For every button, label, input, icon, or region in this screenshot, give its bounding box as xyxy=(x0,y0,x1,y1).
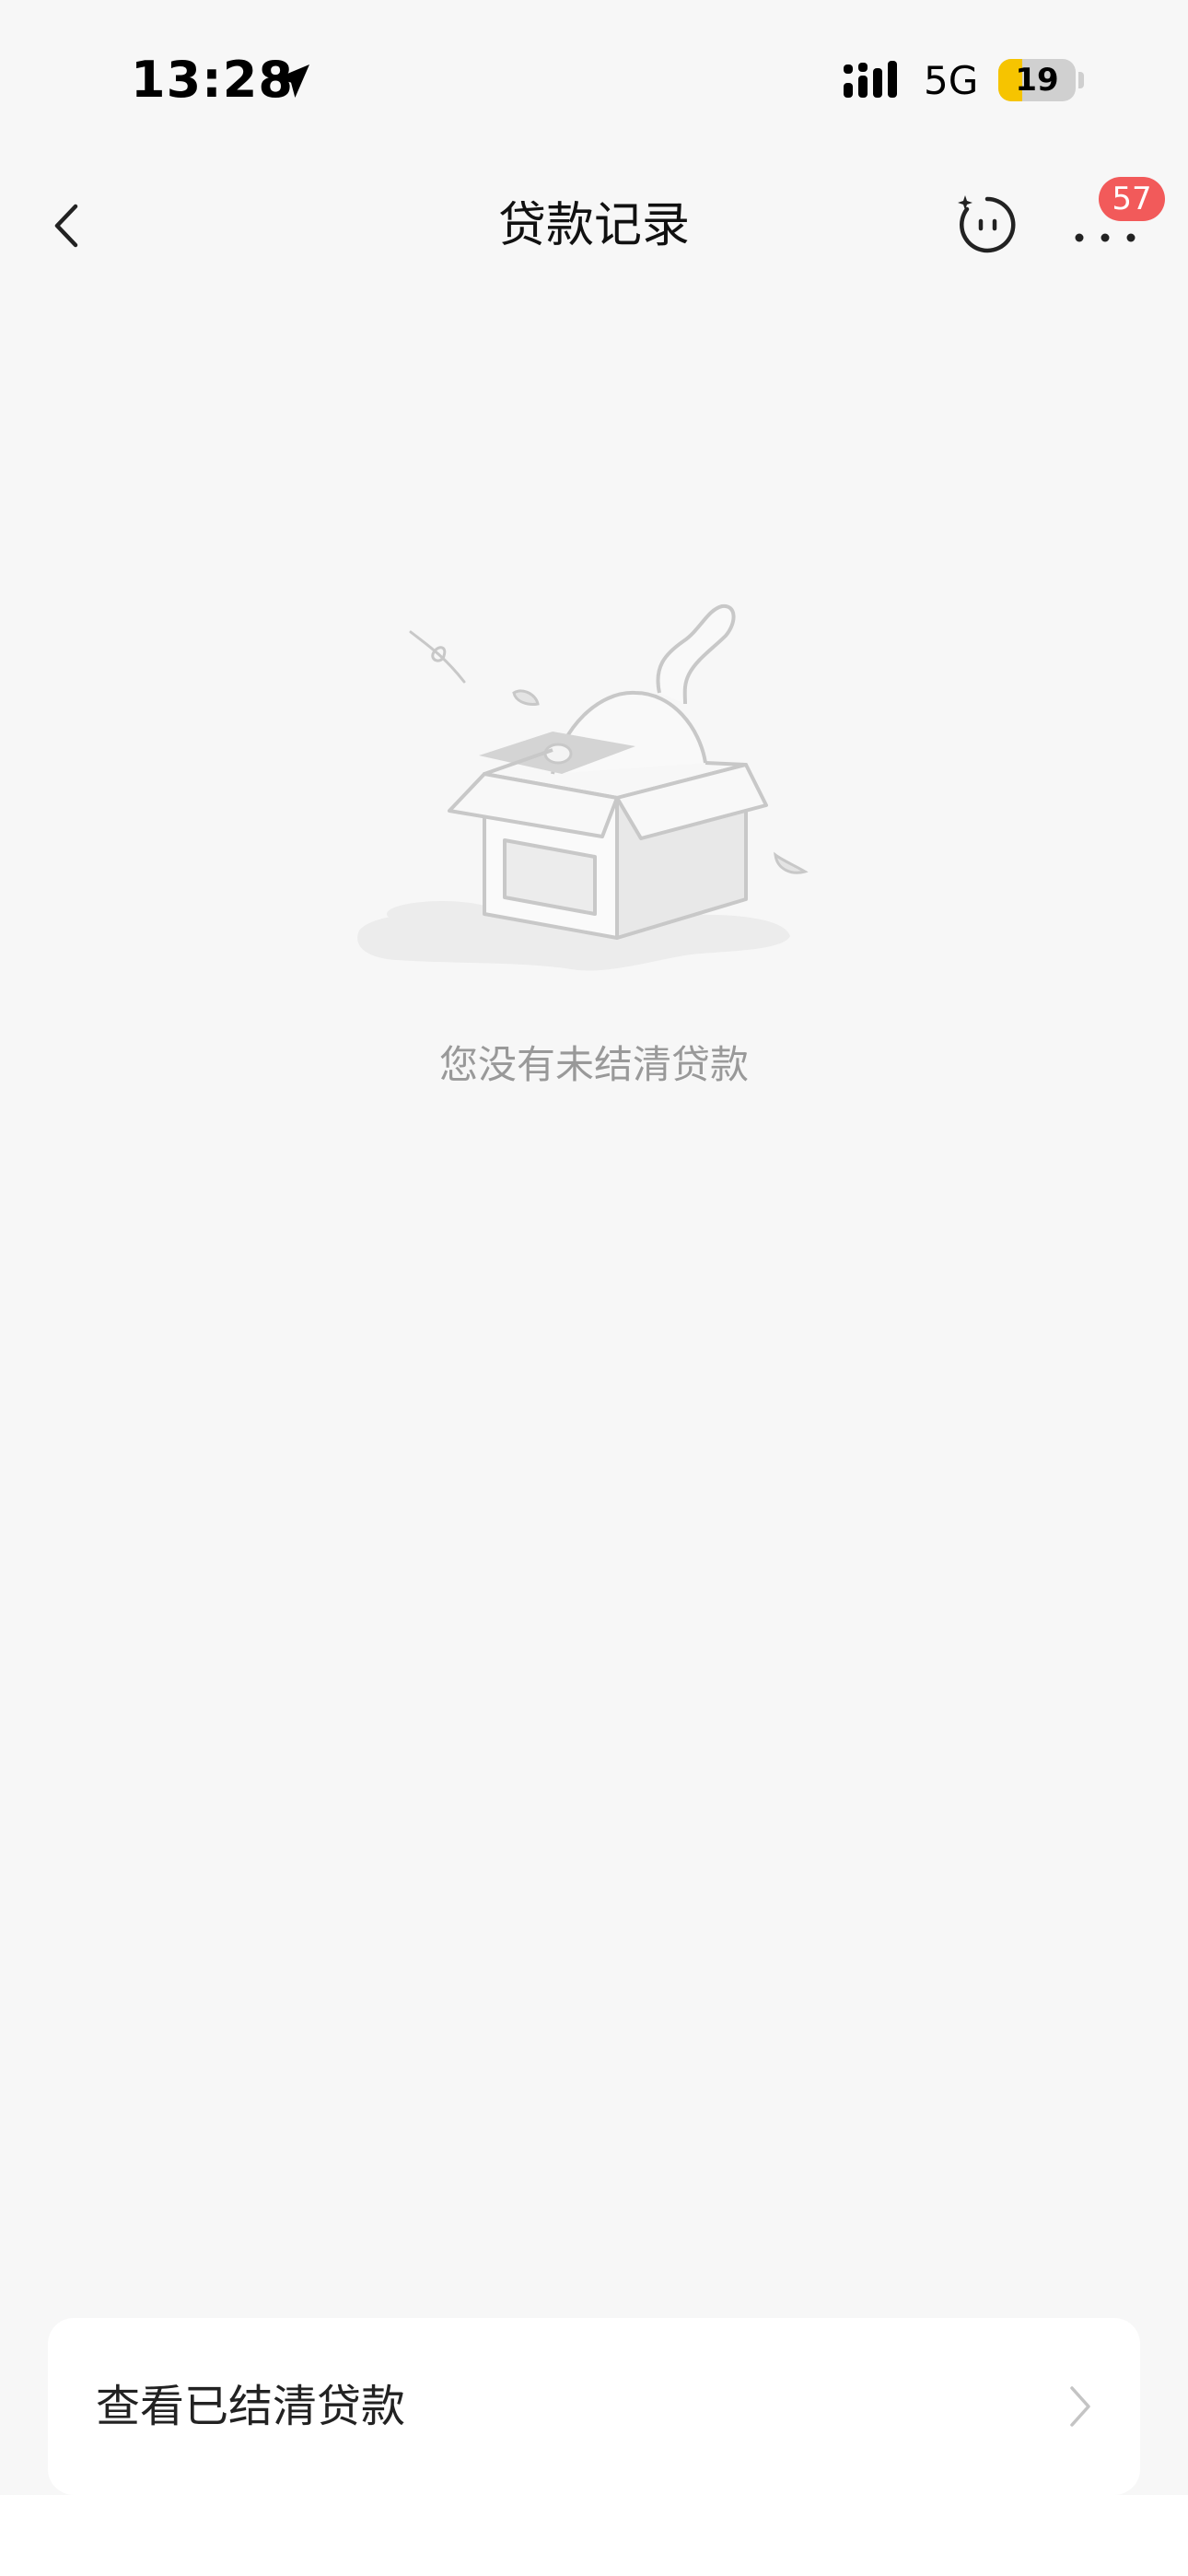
status-bar: 13:28 5G 19 xyxy=(0,0,1188,138)
battery-level: 19 xyxy=(1015,62,1059,99)
battery-icon: 19 xyxy=(998,59,1076,101)
notification-badge: 57 xyxy=(1099,177,1165,221)
empty-state-message: 您没有未结清贷款 xyxy=(438,1042,749,1087)
chevron-right-icon xyxy=(1070,2386,1090,2427)
bottom-safe-area xyxy=(0,2495,1188,2576)
chevron-left-icon[interactable] xyxy=(37,193,101,258)
status-time: 13:28 xyxy=(131,51,294,109)
view-settled-loans-button[interactable]: 查看已结清贷款 xyxy=(48,2318,1140,2495)
empty-box-illustration xyxy=(357,603,809,971)
view-settled-loans-label: 查看已结清贷款 xyxy=(96,2381,406,2432)
network-type: 5G xyxy=(924,58,979,103)
nav-bar: 贷款记录 57 xyxy=(0,166,1188,286)
signal-icon xyxy=(844,61,897,98)
location-arrow-icon xyxy=(276,64,309,98)
battery-cap xyxy=(1078,72,1084,88)
assistant-face-icon[interactable] xyxy=(954,192,1020,258)
page-title: 贷款记录 xyxy=(497,198,690,253)
screen: 13:28 5G 19 贷款记录 57 您没有未结清贷款 查看已结清贷款 xyxy=(0,0,1188,2576)
